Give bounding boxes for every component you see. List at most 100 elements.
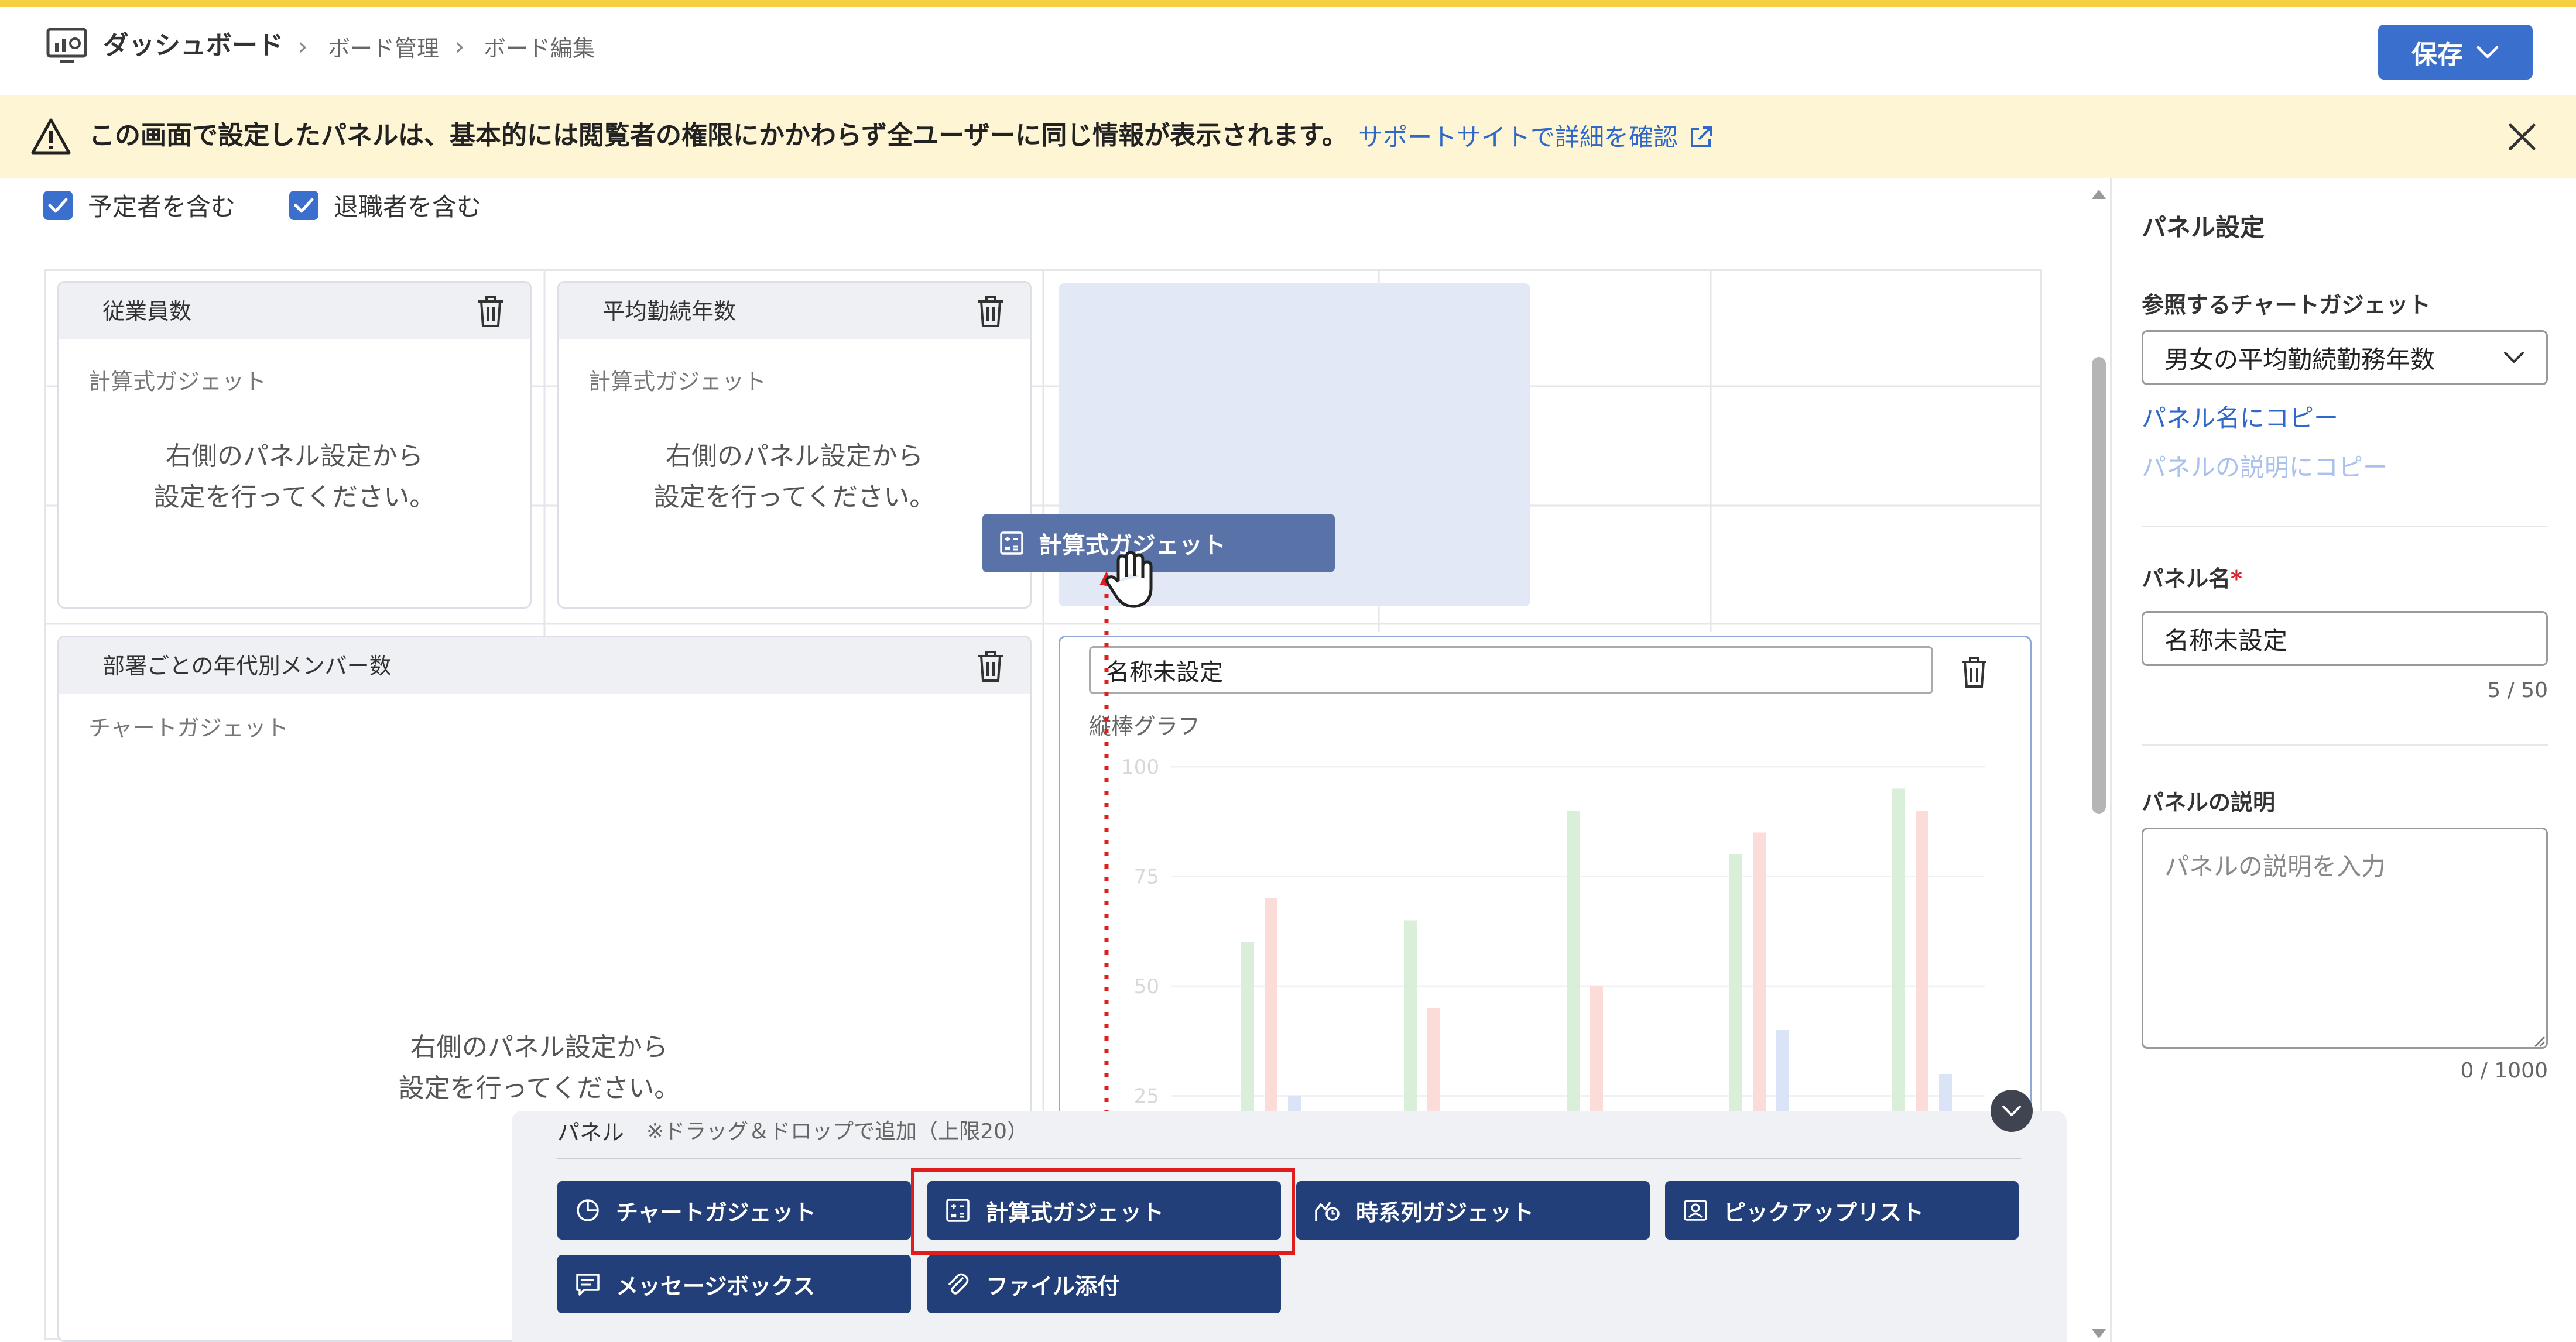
panel-type: 計算式ガジェット (88, 369, 267, 394)
bar-chart-preview: 100 75 50 25 (1095, 743, 2008, 1118)
message-icon (576, 1274, 600, 1296)
required-mark: * (2231, 566, 2242, 592)
panel-hint-line1: 右側のパネル設定から (410, 1032, 668, 1062)
chevron-down-icon (2002, 1106, 2021, 1116)
add-time-series-gadget-button[interactable]: 時系列ガジェット (1296, 1181, 1650, 1240)
ref-gadget-value: 男女の平均勤続勤務年数 (2164, 345, 2435, 374)
grab-cursor-icon (1101, 544, 1159, 615)
calculator-icon (1000, 531, 1023, 555)
breadcrumb-board-management[interactable]: ボード管理 (328, 37, 439, 60)
drag-path-arrow (1095, 568, 1118, 1165)
chart-bar (1892, 788, 1905, 1118)
copy-to-description-link[interactable]: パネルの説明にコピー (2142, 455, 2387, 480)
tray-collapse-button[interactable] (1991, 1090, 2033, 1132)
gadget-label: メッセージボックス (616, 1273, 816, 1299)
gadget-label: 時系列ガジェット (1356, 1199, 1534, 1226)
panel-type: 計算式ガジェット (588, 369, 767, 394)
chart-bar (1404, 920, 1417, 1118)
support-link-label: サポートサイトで詳細を確認 (1358, 123, 1678, 152)
trash-icon[interactable] (1960, 655, 1989, 689)
include-scheduled-checkbox[interactable]: 予定者を含む (43, 187, 235, 223)
chart-ytick-label: 100 (1121, 756, 1159, 779)
pie-chart-icon (577, 1199, 599, 1221)
panel-name-inline-input[interactable]: 名称未設定 (1089, 646, 1933, 694)
ref-gadget-label: 参照するチャートガジェット (2142, 292, 2431, 318)
tray-title: パネル (557, 1120, 625, 1145)
tray-note: ※ドラッグ＆ドロップで追加（上限20） (646, 1120, 1028, 1144)
description-placeholder: パネルの説明を入力 (2164, 852, 2386, 881)
chart-ytick-label: 75 (1134, 866, 1159, 889)
checkbox-checked-icon (43, 190, 73, 220)
sidebar-divider (2142, 744, 2548, 746)
external-link-icon (1691, 126, 1712, 147)
panel-title: 平均勤続年数 (602, 298, 737, 324)
close-icon[interactable] (2506, 121, 2539, 153)
include-retired-label: 退職者を含む (334, 193, 482, 221)
trash-icon[interactable] (976, 294, 1005, 328)
chevron-down-icon (2476, 46, 2499, 59)
panel-title: 従業員数 (102, 298, 192, 324)
panel-description-counter: 0 / 1000 (2460, 1059, 2548, 1083)
warning-icon (30, 117, 71, 156)
sidebar-divider (2142, 526, 2548, 527)
panel-name-input[interactable]: 名称未設定 (2142, 611, 2548, 666)
checkbox-checked-icon (289, 190, 318, 220)
save-button[interactable]: 保存 (2378, 25, 2533, 80)
page-title: ダッシュボード (103, 30, 283, 60)
add-file-attachment-button[interactable]: ファイル添付 (927, 1255, 1281, 1313)
top-accent-strip (0, 0, 2576, 7)
resize-handle-icon[interactable] (2533, 1035, 2546, 1048)
chart-bar (1729, 854, 1742, 1118)
panel-name-label: パネル名* (2142, 568, 2242, 590)
panel-hint-line2: 設定を行ってください。 (653, 482, 936, 512)
trash-icon[interactable] (976, 649, 1005, 683)
panel-employee-count[interactable]: 従業員数 計算式ガジェット 右側のパネル設定から 設定を行ってください。 (57, 281, 532, 609)
save-label: 保存 (2411, 40, 2463, 70)
panel-hint-line1: 右側のパネル設定から (166, 441, 423, 471)
panel-hint-line2: 設定を行ってください。 (398, 1073, 680, 1103)
person-card-icon (1684, 1200, 1707, 1221)
chart-bar (1241, 942, 1254, 1118)
chevron-down-icon (2504, 352, 2524, 363)
add-chart-gadget-button[interactable]: チャートガジェット (557, 1181, 911, 1240)
include-retired-checkbox[interactable]: 退職者を含む (289, 187, 481, 223)
include-scheduled-label: 予定者を含む (88, 193, 236, 221)
dashboard-icon (46, 26, 88, 68)
copy-to-name-link[interactable]: パネル名にコピー (2142, 406, 2338, 431)
gadget-label: チャートガジェット (616, 1199, 816, 1226)
breadcrumb-separator: › (297, 32, 308, 61)
time-series-icon (1315, 1202, 1340, 1221)
panel-hint-line2: 設定を行ってください。 (153, 482, 436, 512)
tray-divider (557, 1158, 2021, 1159)
breadcrumb-board-edit: ボード編集 (484, 36, 595, 61)
gadget-label: ファイル添付 (986, 1273, 1120, 1299)
chart-bar (1590, 986, 1603, 1118)
gadget-label: ピックアップリスト (1724, 1199, 1924, 1226)
panel-description-label: パネルの説明 (2142, 790, 2276, 815)
panel-name-counter: 5 / 50 (2487, 678, 2548, 702)
chart-bar (1776, 1030, 1789, 1118)
support-site-link[interactable]: サポートサイトで詳細を確認 (1358, 125, 1713, 150)
panel-hint-line1: 右側のパネル設定から (666, 441, 923, 471)
chart-bar (1427, 1008, 1440, 1118)
chart-ytick-label: 50 (1134, 975, 1159, 998)
panel-description-textarea[interactable]: パネルの説明を入力 (2142, 828, 2548, 1049)
highlight-box (911, 1168, 1295, 1255)
chart-bar (1916, 811, 1928, 1118)
chart-bar (1753, 832, 1766, 1118)
sidebar-title: パネル設定 (2142, 213, 2265, 242)
panel-title: 部署ごとの年代別メンバー数 (102, 653, 392, 679)
warning-banner: この画面で設定したパネルは、基本的には閲覧者の権限にかかわらず全ユーザーに同じ情… (0, 95, 2576, 178)
scrollbar-thumb[interactable] (2092, 357, 2106, 814)
panel-average-tenure[interactable]: 平均勤続年数 計算式ガジェット 右側のパネル設定から 設定を行ってください。 (557, 281, 1032, 609)
ref-gadget-select[interactable]: 男女の平均勤続勤務年数 (2142, 330, 2548, 385)
chart-bar (1265, 898, 1277, 1118)
add-pickup-list-button[interactable]: ピックアップリスト (1665, 1181, 2019, 1240)
trash-icon[interactable] (476, 294, 505, 328)
chart-ytick-label: 25 (1134, 1085, 1159, 1108)
chart-bar (1567, 811, 1580, 1118)
paperclip-icon (948, 1273, 969, 1295)
add-message-box-button[interactable]: メッセージボックス (557, 1255, 911, 1313)
panel-name-label-text: パネル名 (2142, 566, 2231, 592)
panel-type: チャートガジェット (88, 715, 289, 741)
